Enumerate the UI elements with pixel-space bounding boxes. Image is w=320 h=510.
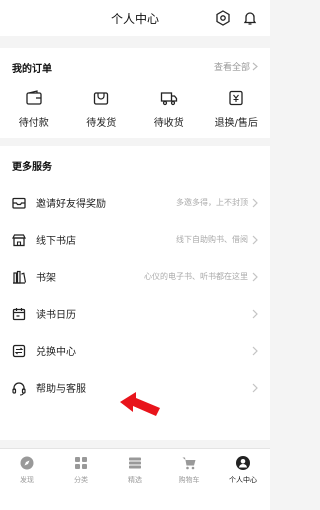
tab-discover[interactable]: 发现	[0, 449, 54, 510]
order-item-label: 待收货	[153, 118, 184, 129]
chevron-right-icon	[252, 382, 260, 394]
refund-icon	[226, 88, 246, 108]
service-offline-bookstore[interactable]: 线下书店 线下自助购书、借阅	[0, 221, 270, 258]
service-exchange-center[interactable]: 兑换中心	[0, 332, 270, 369]
tab-label: 发现	[20, 476, 34, 484]
orders-card: 我的订单 查看全部 待付款 待发货 待收货 退换/售后	[0, 48, 270, 138]
order-pending-receipt[interactable]: 待收货	[135, 88, 203, 129]
tab-cart[interactable]: 购物车	[162, 449, 216, 510]
chevron-right-icon	[252, 345, 260, 357]
order-item-label: 待发货	[86, 118, 117, 129]
tab-label: 购物车	[178, 476, 200, 484]
chevron-right-icon	[252, 197, 260, 209]
chevron-right-icon	[252, 271, 260, 283]
envelope-icon	[10, 194, 28, 212]
service-label: 读书日历	[36, 310, 76, 321]
view-all-label: 查看全部	[213, 63, 250, 73]
chevron-right-icon	[252, 234, 260, 246]
order-item-label: 待付款	[18, 118, 49, 129]
compass-icon	[17, 453, 37, 473]
service-bookshelf[interactable]: 书架 心仪的电子书、听书都在这里	[0, 258, 270, 295]
exchange-icon	[10, 342, 28, 360]
calendar-icon	[10, 305, 28, 323]
view-all-orders-link[interactable]: 查看全部	[214, 60, 258, 73]
service-label: 书架	[36, 273, 56, 284]
service-hint: 心仪的电子书、听书都在这里	[144, 272, 248, 281]
wallet-icon	[24, 88, 44, 108]
stack-icon	[125, 453, 145, 473]
tab-featured[interactable]: 精选	[108, 449, 162, 510]
service-label: 邀请好友得奖励	[36, 199, 106, 210]
bell-icon[interactable]	[241, 9, 259, 27]
tab-label: 个人中心	[229, 476, 257, 484]
order-item-label: 退换/售后	[214, 118, 258, 129]
red-arrow-annotation	[120, 392, 160, 416]
orders-title: 我的订单	[12, 64, 52, 75]
service-label: 线下书店	[36, 236, 76, 247]
bottom-tab-bar: 发现 分类 精选 购物车 个人中心	[0, 448, 270, 510]
service-label: 兑换中心	[36, 347, 76, 358]
truck-icon	[159, 88, 179, 108]
chevron-right-icon	[252, 62, 258, 71]
service-invite-friends[interactable]: 邀请好友得奖励 多邀多得，上不封顶	[0, 184, 270, 221]
tab-category[interactable]: 分类	[54, 449, 108, 510]
bookshelf-icon	[10, 268, 28, 286]
store-icon	[10, 231, 28, 249]
order-pending-shipment[interactable]: 待发货	[68, 88, 136, 129]
service-hint: 多邀多得，上不封顶	[176, 198, 248, 207]
order-status-grid: 待付款 待发货 待收货 退换/售后	[0, 88, 270, 129]
package-icon	[91, 88, 111, 108]
service-hint: 线下自助购书、借阅	[176, 235, 248, 244]
services-list: 邀请好友得奖励 多邀多得，上不封顶 线下书店 线下自助购书、借阅 书架 心仪的电…	[0, 184, 270, 406]
tab-label: 分类	[74, 476, 88, 484]
chevron-right-icon	[252, 308, 260, 320]
top-bar: 个人中心	[0, 0, 270, 36]
grid-icon	[71, 453, 91, 473]
tab-profile[interactable]: 个人中心	[216, 449, 270, 510]
page-title: 个人中心	[110, 11, 159, 26]
headset-icon	[10, 379, 28, 397]
person-icon	[233, 453, 253, 473]
service-reading-calendar[interactable]: 读书日历	[0, 295, 270, 332]
order-refund-aftersale[interactable]: 退换/售后	[203, 88, 271, 129]
settings-hexagon-icon[interactable]	[214, 9, 232, 27]
tab-label: 精选	[128, 476, 142, 484]
services-title: 更多服务	[12, 162, 52, 173]
order-pending-payment[interactable]: 待付款	[0, 88, 68, 129]
cart-icon	[179, 453, 199, 473]
